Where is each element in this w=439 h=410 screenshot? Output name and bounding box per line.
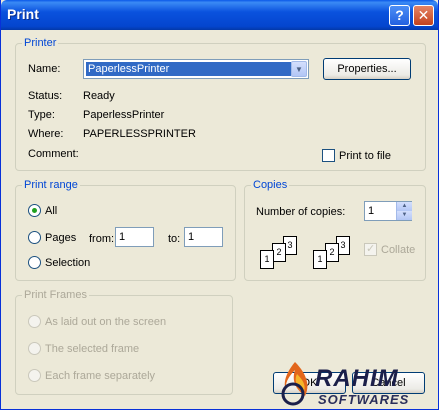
frames-option-radio[interactable] <box>28 342 41 355</box>
printer-name-select[interactable]: PaperlessPrinter ▼ <box>83 59 309 79</box>
print-range-legend: Print range <box>22 179 80 191</box>
copies-spinner[interactable]: ▲ ▼ <box>396 202 412 220</box>
where-label: Where: <box>28 128 64 140</box>
name-label: Name: <box>28 63 61 75</box>
check-icon: ✓ <box>366 243 376 255</box>
status-label: Status: <box>28 90 63 102</box>
chevron-down-icon[interactable]: ▼ <box>291 61 307 77</box>
rahim-logo-icon <box>281 362 308 406</box>
all-radio[interactable] <box>28 204 41 217</box>
from-input[interactable]: 1 <box>115 227 154 247</box>
window-title: Print <box>7 6 39 22</box>
to-input[interactable]: 1 <box>184 227 223 247</box>
frames-option-label[interactable]: As laid out on the screen <box>45 316 166 328</box>
title-bar[interactable]: Print ? ✕ <box>1 0 438 30</box>
pages-label[interactable]: Pages <box>45 232 76 244</box>
radio-selected-dot <box>32 208 37 213</box>
printer-name-value: PaperlessPrinter <box>86 62 291 76</box>
where-value: PAPERLESSPRINTER <box>83 128 196 140</box>
copies-legend: Copies <box>251 179 290 191</box>
from-label: from: <box>89 233 115 245</box>
selection-label[interactable]: Selection <box>45 257 90 269</box>
print-frames-legend: Print Frames <box>22 289 89 301</box>
spin-up-icon[interactable]: ▲ <box>397 202 412 211</box>
number-of-copies-label: Number of copies: <box>256 206 346 218</box>
frames-option-radio[interactable] <box>28 369 41 382</box>
watermark-brand: RAHIM <box>315 365 399 392</box>
to-label: to: <box>168 233 181 245</box>
comment-label: Comment: <box>28 148 79 160</box>
help-button[interactable]: ? <box>389 5 410 26</box>
spin-down-icon[interactable]: ▼ <box>397 211 412 220</box>
print-to-file-label[interactable]: Print to file <box>339 150 391 162</box>
watermark-sub: SOFTWARES <box>318 392 410 407</box>
printer-legend: Printer <box>22 37 59 49</box>
type-value: PaperlessPrinter <box>83 109 165 121</box>
print-dialog: Print ? ✕ Printer Name: PaperlessPrinter… <box>0 0 439 410</box>
selection-radio[interactable] <box>28 256 41 269</box>
frames-option-radio[interactable] <box>28 315 41 328</box>
frames-option-label[interactable]: The selected frame <box>45 343 139 355</box>
properties-button[interactable]: Properties... <box>323 58 411 80</box>
frames-option-label[interactable]: Each frame separately <box>45 370 155 382</box>
pages-radio[interactable] <box>28 231 41 244</box>
close-button[interactable]: ✕ <box>413 5 434 26</box>
all-label[interactable]: All <box>45 205 57 217</box>
collate-checkbox[interactable]: ✓ <box>364 243 377 256</box>
type-label: Type: <box>28 109 55 121</box>
print-to-file-checkbox[interactable] <box>322 149 335 162</box>
collate-label[interactable]: Collate <box>381 244 415 256</box>
status-value: Ready <box>83 90 115 102</box>
